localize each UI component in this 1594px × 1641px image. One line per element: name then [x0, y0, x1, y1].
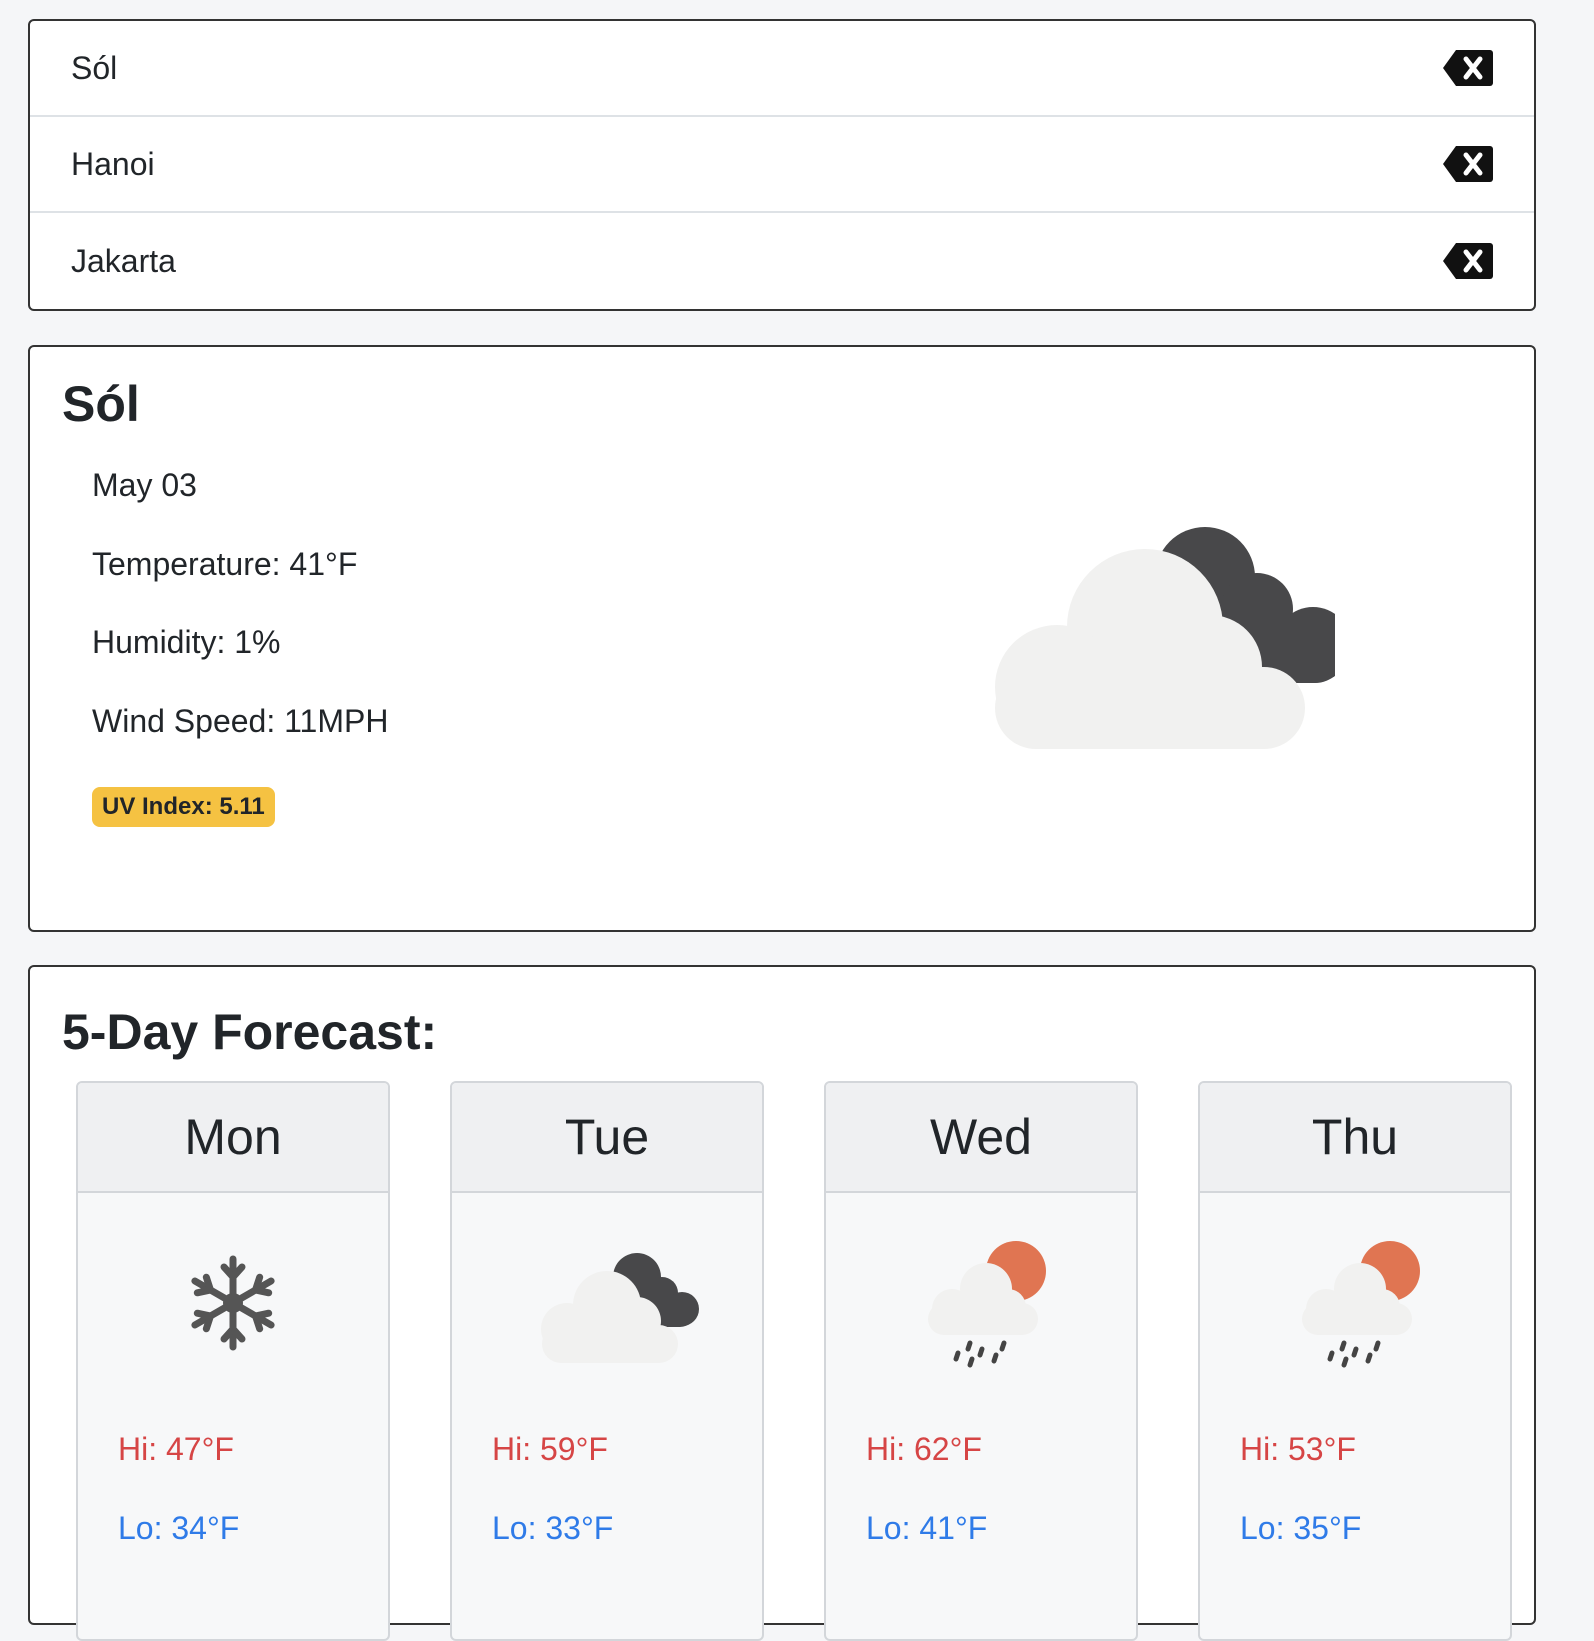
forecast-card-thu: Thu Hi: 53°F Lo: 35°F [1198, 1081, 1512, 1641]
history-item-sol[interactable]: Sól [30, 21, 1534, 117]
history-item-label: Hanoi [71, 145, 155, 182]
current-temperature: Temperature: 41°F [92, 546, 358, 582]
forecast-hi-temp: Hi: 59°F [492, 1431, 608, 1467]
uv-index-badge: UV Index: 5.11 [92, 787, 275, 827]
cloudy-dark-cloud-icon [541, 1253, 699, 1363]
forecast-section: 5-Day Forecast: Mon Hi: 47°F Lo: 34°F Tu… [28, 965, 1536, 1641]
history-item-hanoi[interactable]: Hanoi [30, 117, 1534, 213]
current-wind-speed: Wind Speed: 11MPH [92, 703, 389, 739]
forecast-card-tue: Tue Hi: 59°F Lo: 33°F [450, 1081, 764, 1641]
forecast-hi-temp: Hi: 47°F [118, 1431, 234, 1467]
forecast-lo-temp: Lo: 35°F [1240, 1510, 1362, 1546]
forecast-card-wed: Wed Hi: 62°F Lo: 41°F [824, 1081, 1138, 1641]
rain-sun-icon [1302, 1241, 1420, 1368]
current-weather-card: Sól May 03 Temperature: 41°F Humidity: 1… [28, 345, 1536, 932]
forecast-card-mon: Mon Hi: 47°F Lo: 34°F [76, 1081, 390, 1641]
forecast-day-label: Thu [1200, 1083, 1510, 1193]
forecast-day-label: Tue [452, 1083, 762, 1193]
backspace-x-icon[interactable] [1442, 48, 1494, 88]
backspace-x-icon[interactable] [1442, 144, 1494, 184]
forecast-day-label: Wed [826, 1083, 1136, 1193]
forecast-lo-temp: Lo: 41°F [866, 1510, 988, 1546]
forecast-hi-temp: Hi: 53°F [1240, 1431, 1356, 1467]
current-city-title: Sól [62, 376, 140, 432]
cloudy-dark-cloud-icon [995, 527, 1335, 749]
forecast-hi-temp: Hi: 62°F [866, 1431, 982, 1467]
snowflake-icon [191, 1255, 275, 1351]
history-item-label: Sól [71, 49, 118, 86]
forecast-day-label: Mon [78, 1083, 388, 1193]
current-date: May 03 [92, 467, 197, 503]
current-humidity: Humidity: 1% [92, 624, 281, 660]
history-item-jakarta[interactable]: Jakarta [30, 213, 1534, 309]
history-item-label: Jakarta [71, 242, 176, 279]
rain-sun-icon [928, 1241, 1046, 1368]
forecast-title: 5-Day Forecast: [62, 1004, 438, 1060]
forecast-lo-temp: Lo: 34°F [118, 1510, 240, 1546]
forecast-lo-temp: Lo: 33°F [492, 1510, 614, 1546]
search-history-list: Sól Hanoi Jakarta [28, 19, 1536, 311]
backspace-x-icon[interactable] [1442, 241, 1494, 281]
